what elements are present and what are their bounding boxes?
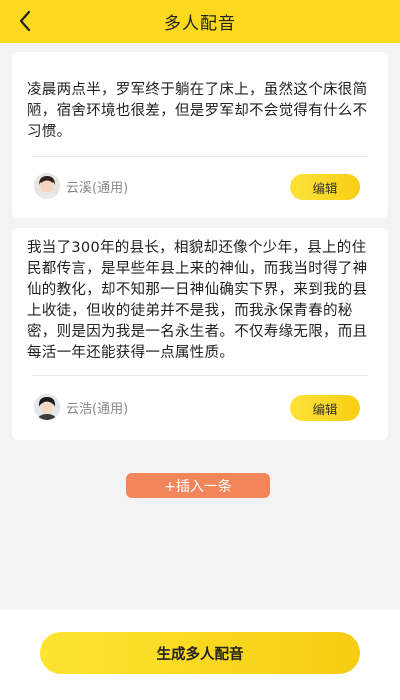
bottom-bar: 生成多人配音 [0,610,400,700]
app-screen: 多人配音 凌晨两点半，罗军终于躺在了床上，虽然这个床很简陋，宿舍环境也很差，但是… [0,0,400,700]
card-divider [32,375,368,376]
dialogue-text[interactable]: 凌晨两点半，罗军终于躺在了床上，虽然这个床很简陋，宿舍环境也很差，但是罗军却不会… [27,80,373,143]
page-title: 多人配音 [164,14,236,34]
card-divider [32,156,368,157]
voice-selector[interactable]: 云溪(通用) [34,173,128,199]
dialogue-text[interactable]: 我当了300年的县长，相貌却还像个少年，县上的住民都传言，是早些年县上来的神仙，… [27,238,373,364]
chevron-left-icon [19,10,31,32]
dialogue-card: 我当了300年的县长，相貌却还像个少年，县上的住民都传言，是早些年县上来的神仙，… [12,228,388,440]
voice-selector[interactable]: 云浩(通用) [34,394,128,420]
voice-avatar [34,394,60,420]
insert-line-button[interactable]: +插入一条 [126,473,270,498]
voice-avatar [34,173,60,199]
header-bar: 多人配音 [0,0,400,43]
edit-button[interactable]: 编辑 [290,174,360,200]
voice-name: 云溪(通用) [66,180,129,196]
voice-name: 云浩(通用) [66,401,129,417]
back-button[interactable] [12,8,38,34]
generate-dubbing-button[interactable]: 生成多人配音 [40,632,360,674]
dialogue-card: 凌晨两点半，罗军终于躺在了床上，虽然这个床很简陋，宿舍环境也很差，但是罗军却不会… [12,52,388,218]
edit-button[interactable]: 编辑 [290,395,360,421]
